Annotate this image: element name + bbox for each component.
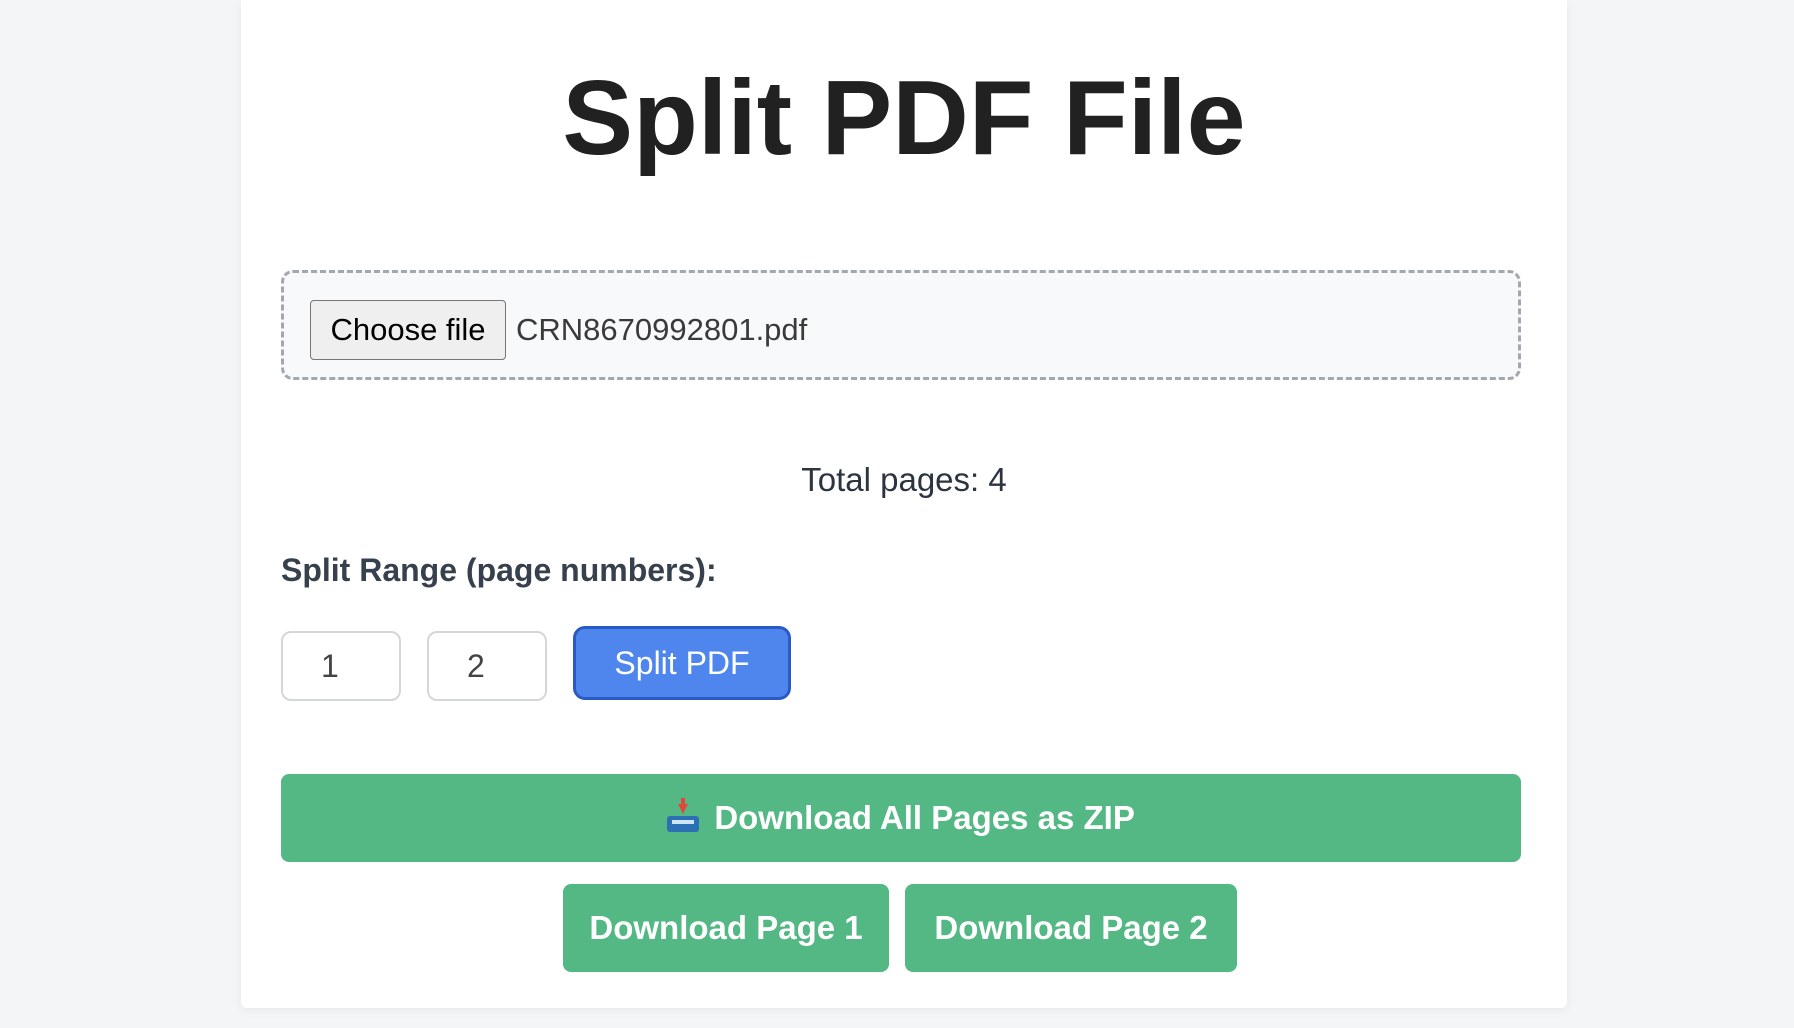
choose-file-button[interactable]: Choose file [310,300,506,360]
download-zip-button[interactable]: Download All Pages as ZIP [281,774,1521,862]
split-range-label: Split Range (page numbers): [281,552,717,588]
selected-file-name: CRN8670992801.pdf [516,312,808,347]
split-pdf-button[interactable]: Split PDF [573,626,791,700]
page-title: Split PDF File [562,59,1246,177]
total-pages-text: Total pages: 4 [801,461,1007,498]
download-zip-label: Download All Pages as ZIP [714,799,1135,836]
split-pdf-card: Split PDF File Choose file CRN8670992801… [241,0,1567,1008]
file-drop-zone[interactable]: Choose file CRN8670992801.pdf [281,270,1521,380]
download-page-1-button[interactable]: Download Page 1 [563,884,889,972]
range-start-input[interactable] [281,631,401,701]
range-end-input[interactable] [427,631,547,701]
inbox-tray-icon [667,798,700,832]
download-page-2-button[interactable]: Download Page 2 [905,884,1237,972]
